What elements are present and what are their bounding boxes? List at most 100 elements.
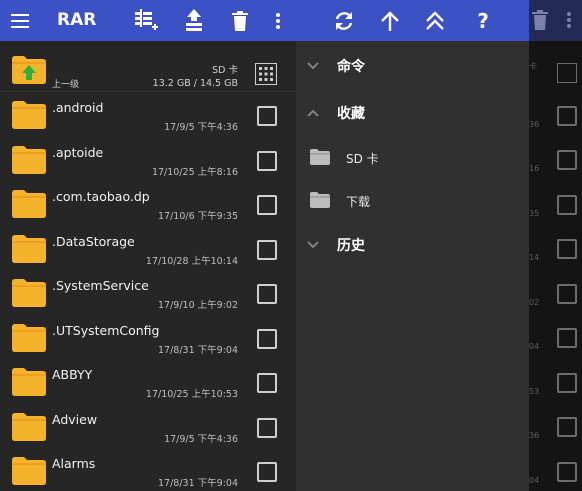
dimmed-text: 04 <box>529 476 540 485</box>
dimmed-text: 35 <box>529 209 540 218</box>
folder-icon <box>12 279 46 307</box>
double-chevron-up-icon[interactable] <box>421 0 449 41</box>
select-checkbox <box>557 328 577 348</box>
file-name: ABBYY <box>52 367 93 382</box>
chevron-down-icon <box>307 241 319 249</box>
chevron-down-icon <box>307 62 319 70</box>
app-title: RAR <box>57 10 97 30</box>
select-checkbox <box>557 462 577 482</box>
list-item[interactable]: .android 17/9/5 下午4:36 <box>0 92 296 137</box>
select-checkbox <box>557 417 577 437</box>
dimmed-file-list: 卡 36 16 35 14 02 04 53 36 04 <box>529 41 582 491</box>
favorite-item-sd-card[interactable]: SD 卡 <box>296 142 529 172</box>
file-list: 上一级 SD 卡 13.2 GB / 14.5 GB .android 17/9… <box>0 41 296 491</box>
section-history-label: 历史 <box>337 238 365 254</box>
folder-icon <box>12 101 46 129</box>
file-name: Alarms <box>52 456 96 471</box>
select-checkbox <box>557 284 577 304</box>
select-checkbox[interactable] <box>257 417 277 438</box>
more-vert-icon <box>567 12 571 28</box>
file-date: 17/10/28 上午10:14 <box>145 255 238 267</box>
section-favorites[interactable]: 收藏 <box>296 98 529 128</box>
select-checkbox <box>557 106 577 126</box>
favorite-item-downloads[interactable]: 下载 <box>296 185 529 215</box>
folder-icon <box>310 192 330 208</box>
section-commands-label: 命令 <box>337 59 365 75</box>
select-checkbox <box>557 195 577 215</box>
file-date: 17/9/10 上午9:02 <box>158 300 238 311</box>
storage-name: SD 卡 <box>212 65 238 76</box>
file-name: .DataStorage <box>52 233 135 249</box>
file-date: 17/8/31 下午9:04 <box>158 478 238 489</box>
storage-space: 13.2 GB / 14.5 GB <box>152 78 238 89</box>
folder-icon <box>12 190 46 218</box>
file-name: .android <box>52 100 104 115</box>
folder-icon <box>12 457 46 485</box>
list-item[interactable]: Adview 17/9/5 下午4:36 <box>0 404 296 449</box>
file-name: .SystemService <box>52 278 149 293</box>
parent-folder-row[interactable]: 上一级 SD 卡 13.2 GB / 14.5 GB <box>0 46 296 92</box>
dimmed-text: 14 <box>529 253 540 262</box>
delete-icon <box>532 10 548 30</box>
folder-icon <box>12 234 46 263</box>
list-item[interactable]: .aptoide 17/10/25 上午8:16 <box>0 137 296 182</box>
file-date: 17/9/5 下午4:36 <box>164 433 238 445</box>
app-bar: RAR ? <box>0 0 582 41</box>
favorite-item-label: 下载 <box>346 195 371 209</box>
folder-icon <box>12 145 46 174</box>
add-to-archive-icon[interactable] <box>131 0 161 41</box>
file-name: .UTSystemConfig <box>52 322 160 338</box>
file-date: 17/10/6 下午9:35 <box>158 211 238 222</box>
file-date: 17/10/25 上午8:16 <box>151 166 238 178</box>
list-item[interactable]: .com.taobao.dp 17/10/6 下午9:35 <box>0 181 296 226</box>
select-checkbox[interactable] <box>257 106 277 126</box>
chevron-up-icon <box>307 109 319 117</box>
arrow-up-icon[interactable] <box>376 0 404 41</box>
file-date: 17/9/5 下午4:36 <box>164 122 238 133</box>
select-checkbox[interactable] <box>257 462 277 482</box>
file-name: .aptoide <box>52 144 104 160</box>
dimmed-text: 卡 <box>529 62 537 71</box>
select-checkbox[interactable] <box>257 239 277 260</box>
select-checkbox[interactable] <box>257 284 277 304</box>
list-item[interactable]: ABBYY 17/10/25 上午10:53 <box>0 359 296 404</box>
folder-icon <box>12 323 46 352</box>
select-checkbox <box>557 150 577 170</box>
dimmed-text: 36 <box>529 431 540 440</box>
select-checkbox <box>557 373 577 393</box>
file-date: 17/10/25 上午10:53 <box>145 389 238 400</box>
dimmed-toolbar <box>529 0 582 41</box>
menu-icon[interactable] <box>6 0 34 41</box>
select-checkbox[interactable] <box>257 195 277 215</box>
dimmed-text: 04 <box>529 342 540 351</box>
list-item[interactable]: .SystemService 17/9/10 上午9:02 <box>0 270 296 315</box>
select-checkbox[interactable] <box>257 150 277 171</box>
extract-icon[interactable] <box>180 0 208 41</box>
favorite-item-label: SD 卡 <box>346 152 379 166</box>
section-favorites-label: 收藏 <box>337 106 365 122</box>
dimmed-text: 16 <box>529 164 540 173</box>
help-icon[interactable]: ? <box>470 0 496 41</box>
list-item[interactable]: Alarms 17/8/31 下午9:04 <box>0 448 296 491</box>
dimmed-text: 53 <box>529 387 540 396</box>
file-date: 17/8/31 下午9:04 <box>158 344 238 356</box>
section-commands[interactable]: 命令 <box>296 51 529 81</box>
select-checkbox[interactable] <box>257 328 277 349</box>
parent-folder-label: 上一级 <box>52 80 80 90</box>
refresh-icon[interactable] <box>330 0 358 41</box>
dimmed-text: 36 <box>529 120 540 129</box>
list-item[interactable]: .DataStorage 17/10/28 上午10:14 <box>0 226 296 271</box>
file-name: Adview <box>52 411 98 427</box>
dimmed-text: 02 <box>529 298 540 307</box>
section-history[interactable]: 历史 <box>296 230 529 260</box>
grid-icon <box>557 63 577 83</box>
list-item[interactable]: .UTSystemConfig 17/8/31 下午9:04 <box>0 315 296 360</box>
grid-icon <box>259 67 273 81</box>
navigation-drawer: 命令 收藏 SD 卡 下载 历史 <box>296 41 529 491</box>
folder-icon <box>12 368 46 396</box>
delete-icon[interactable] <box>226 0 254 41</box>
folder-icon <box>12 412 46 441</box>
select-checkbox[interactable] <box>257 373 277 393</box>
select-all-button[interactable] <box>255 63 277 85</box>
more-vert-icon[interactable] <box>266 0 290 41</box>
